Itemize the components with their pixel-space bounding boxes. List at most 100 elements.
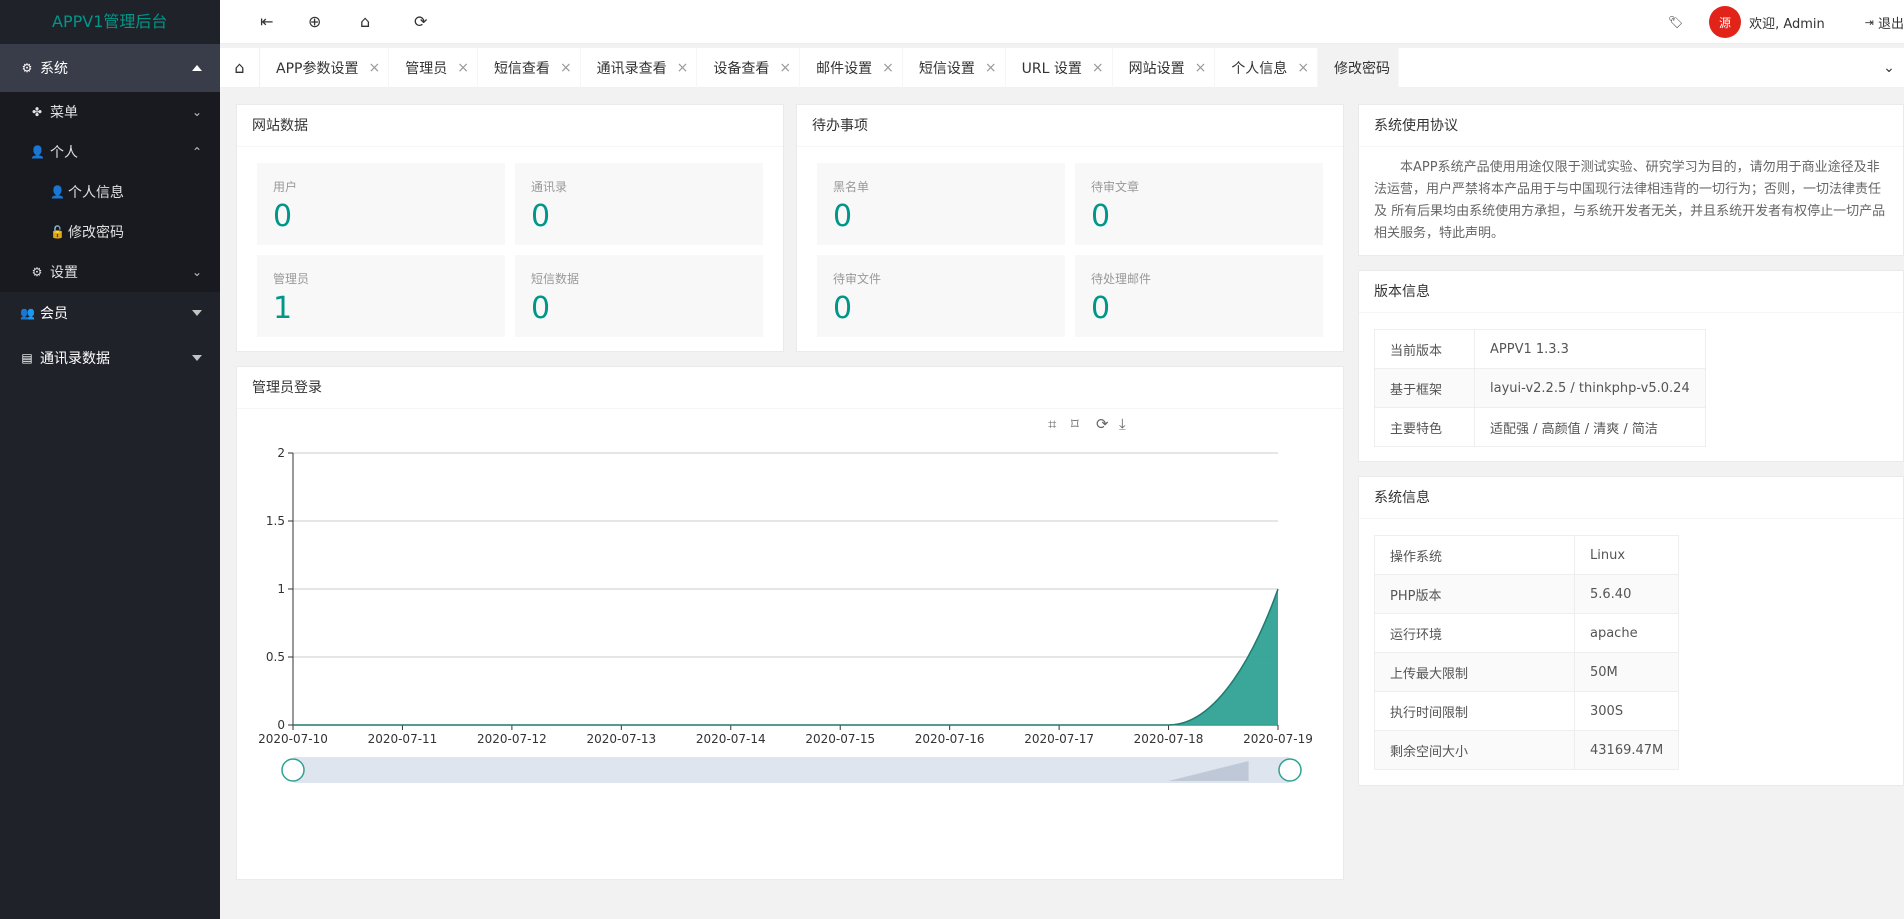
download-icon[interactable]: ⤓ [1119,415,1126,433]
close-icon[interactable]: × [1092,60,1104,76]
refresh-icon[interactable]: ⟳ [414,12,427,31]
close-icon[interactable]: × [882,60,894,76]
x-tick-label: 2020-07-15 [805,732,875,746]
stat-value: 0 [1091,199,1111,234]
tab-mail-settings[interactable]: 邮件设置 × [800,47,903,88]
system-info-card: 系统信息 操作系统 Linux PHP版本 5.6.40 运行环境 apache 上传… [1358,476,1904,786]
admin-login-chart[interactable]: 0 0.5 1 1.5 2 2020-07-10 2020-07-11 2020-07-12 2… [237,409,1343,879]
tab-change-password[interactable]: 修改密码 [1318,47,1400,88]
table-value: 300S [1573,691,1680,731]
x-tick-label: 2020-07-10 [258,732,328,746]
stat-users[interactable]: 用户 0 [257,163,505,245]
stat-value: 0 [531,199,551,234]
stat-value: 0 [833,199,853,234]
caret-up-icon [192,65,202,71]
sidebar-item-personal[interactable]: 👤 个人 ⌃ [0,132,220,172]
sidebar-item-change-password[interactable]: 🔓 修改密码 [0,212,220,252]
stat-label: 待处理邮件 [1091,272,1152,286]
sidebar: APPV1管理后台 ⚙ 系统 ✤ 菜单 ⌄ 👤 个人 ⌃ 👤 个人信息 🔓 修改… [0,0,220,919]
logout-icon[interactable]: ⇥ [1865,16,1874,29]
tab-app-params[interactable]: APP参数设置 × [260,47,390,88]
welcome-text[interactable]: 欢迎, Admin [1749,13,1825,32]
close-icon[interactable]: × [560,60,572,76]
stat-pending-mail[interactable]: 待处理邮件 0 [1075,255,1323,337]
tab-sms-view[interactable]: 短信查看 × [478,47,581,88]
tab-contacts-view[interactable]: 通讯录查看 × [581,47,698,88]
table-row: 剩余空间大小 43169.47M [1374,730,1680,770]
card-title: 系统信息 [1359,477,1903,519]
stat-sms-data[interactable]: 短信数据 0 [515,255,763,337]
home-bank-icon[interactable]: ⌂ [360,12,370,31]
user-icon: 👤 [50,185,65,199]
sidebar-item-settings[interactable]: ⚙ 设置 ⌄ [0,252,220,292]
site-data-card: 网站数据 用户 0 通讯录 0 管理员 1 短信数据 0 [236,104,784,352]
close-icon[interactable]: × [985,60,997,76]
stat-pending-articles[interactable]: 待审文章 0 [1075,163,1323,245]
close-icon[interactable]: × [677,60,689,76]
tab-personal-info[interactable]: 个人信息 × [1215,47,1319,88]
tag-icon[interactable]: 🏷 [1668,15,1683,29]
stat-contacts[interactable]: 通讯录 0 [515,163,763,245]
tab-url-settings[interactable]: URL 设置 × [1006,47,1113,88]
close-icon[interactable]: × [779,60,791,76]
sidebar-item-label: 个人 [50,145,78,161]
logout-link[interactable]: 退出 [1878,13,1904,32]
close-icon[interactable]: × [457,60,469,76]
sidebar-item-members[interactable]: 👥 会员 [0,292,220,334]
stat-value: 0 [1091,291,1111,326]
tab-sms-settings[interactable]: 短信设置 × [903,47,1006,88]
tab-admins[interactable]: 管理员 × [389,47,478,88]
caret-down-icon [192,310,202,316]
stat-blacklist[interactable]: 黑名单 0 [817,163,1065,245]
zoom-reset-icon[interactable]: ⌑ [1071,415,1079,433]
x-tick-label: 2020-07-18 [1134,732,1204,746]
tab-label: 管理员 [405,60,448,77]
tab-devices-view[interactable]: 设备查看 × [697,47,801,88]
tab-site-settings[interactable]: 网站设置 × [1113,47,1216,88]
tab-label: 邮件设置 [816,60,873,77]
y-tick-label: 2 [277,446,285,460]
stat-pending-files[interactable]: 待审文件 0 [817,255,1065,337]
close-icon[interactable]: × [1195,60,1207,76]
tab-home[interactable]: ⌂ [220,47,260,88]
admin-login-card: 管理员登录 0 0.5 1 1.5 2 2020-07-10 2020-07-11 2020-… [236,366,1344,880]
datazoom-handle-left[interactable] [281,758,305,782]
avatar[interactable]: 源 [1709,6,1742,38]
y-tick-label: 0 [277,718,285,732]
shrink-sidebar-icon[interactable]: ⇤ [260,12,273,31]
table-value: 43169.47M [1573,730,1680,770]
stat-value: 1 [273,291,293,326]
close-icon[interactable]: × [368,60,380,76]
tab-more-dropdown[interactable]: ⌄ [1874,48,1904,88]
globe-icon[interactable]: ⊕ [308,12,321,31]
restore-icon[interactable]: ⟳ [1096,415,1109,433]
x-tick-label: 2020-07-13 [586,732,656,746]
table-row: 基于框架 layui-v2.2.5 / thinkphp-v5.0.24 [1374,368,1706,408]
stat-label: 待审文章 [1091,180,1140,194]
sidebar-item-personal-info[interactable]: 👤 个人信息 [0,172,220,212]
tab-label: 个人信息 [1231,60,1288,77]
stat-admins[interactable]: 管理员 1 [257,255,505,337]
paw-icon: ✤ [31,105,43,119]
table-value: Linux [1573,535,1680,575]
datazoom-handle-right[interactable] [1278,758,1302,782]
sidebar-item-label: 菜单 [50,105,78,121]
table-key: 执行时间限制 [1374,691,1575,731]
sidebar-item-menu[interactable]: ✤ 菜单 ⌄ [0,92,220,132]
table-key: 操作系统 [1374,535,1575,575]
system-table: 操作系统 Linux PHP版本 5.6.40 运行环境 apache 上传最大限制 5… [1374,535,1680,770]
stat-value: 0 [531,291,551,326]
sidebar-item-label: 设置 [50,265,78,281]
table-value: 适配强 / 高颜值 / 清爽 / 简洁 [1474,407,1706,447]
y-tick-label: 1 [277,582,285,596]
sidebar-item-label: 通讯录数据 [40,351,110,367]
table-value: apache [1573,613,1680,653]
close-icon[interactable]: × [1297,60,1309,76]
version-info-card: 版本信息 当前版本 APPV1 1.3.3 基于框架 layui-v2.2.5 / … [1358,270,1904,462]
sidebar-item-label: 个人信息 [68,185,124,201]
app-logo-title[interactable]: APPV1管理后台 [0,0,220,44]
sidebar-item-system[interactable]: ⚙ 系统 [0,44,220,92]
zoom-icon[interactable]: ⌗ [1048,415,1057,433]
tab-label: APP参数设置 [276,60,359,77]
sidebar-item-contacts-data[interactable]: ▤ 通讯录数据 [0,334,220,382]
